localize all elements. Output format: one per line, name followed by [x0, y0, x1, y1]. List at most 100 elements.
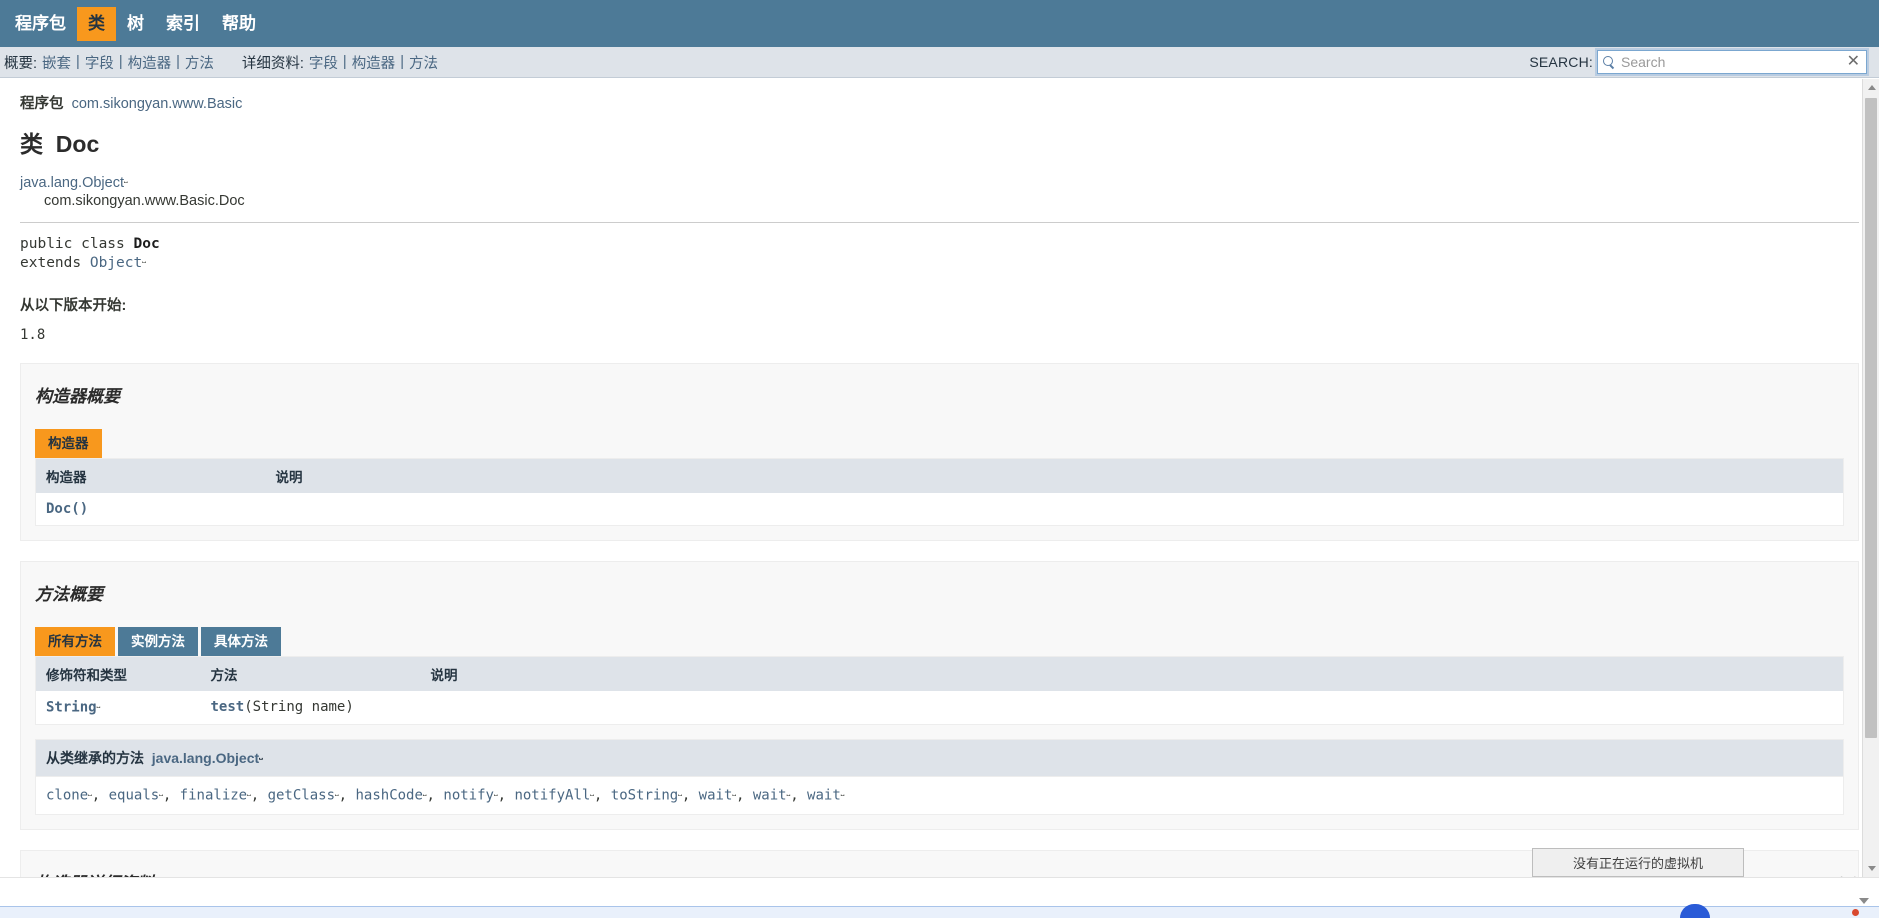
method-link[interactable]: test	[211, 699, 245, 715]
search-icon	[1603, 55, 1616, 69]
column-header-method: 方法	[200, 656, 421, 692]
constructor-summary-tabs: 构造器	[35, 429, 1844, 459]
clear-search-icon[interactable]: ✕	[1847, 54, 1862, 70]
table-header-row: 修饰符和类型 方法 说明	[35, 656, 1844, 692]
external-link-icon: ⎵	[493, 787, 498, 798]
vertical-scrollbar[interactable]	[1862, 79, 1879, 877]
nav-item-class[interactable]: 类	[77, 6, 116, 41]
inherited-method-wait-2[interactable]: wait	[753, 788, 787, 804]
search-area: SEARCH: Search ✕	[1529, 50, 1867, 74]
signature-class-name: Doc	[133, 236, 160, 253]
method-summary-tabs: 所有方法 实例方法 具体方法	[35, 627, 1844, 657]
external-link-icon: ⎵	[96, 699, 101, 710]
separator: |	[400, 54, 404, 70]
main-content: 程序包 com.sikongyan.www.Basic 类 Doc java.l…	[0, 78, 1879, 918]
search-label: SEARCH:	[1529, 54, 1593, 70]
inherited-methods-list: clone⎵, equals⎵, finalize⎵, getClass⎵, h…	[35, 776, 1844, 815]
method-summary-table: 修饰符和类型 方法 说明 String⎵ test(String name)	[35, 656, 1844, 726]
summary-label: 概要:	[4, 55, 38, 72]
inherited-method-finalize[interactable]: finalize	[180, 788, 247, 804]
summary-link-field[interactable]: 字段	[85, 52, 114, 73]
detail-link-field[interactable]: 字段	[309, 52, 338, 73]
tab-instance-methods[interactable]: 实例方法	[118, 627, 198, 657]
external-link-icon: ⎵	[123, 173, 128, 183]
signature-superclass-link[interactable]: Object	[90, 255, 142, 271]
taskbar-red-indicator	[1852, 909, 1859, 916]
superclass-link[interactable]: java.lang.Object	[20, 175, 124, 191]
search-input-wrapper[interactable]: Search ✕	[1597, 50, 1867, 74]
detail-links-group: 详细资料: 字段 | 构造器 | 方法	[242, 52, 438, 73]
inherited-class-link[interactable]: java.lang.Object	[152, 750, 259, 766]
constructor-link[interactable]: Doc()	[46, 501, 88, 517]
nav-item-tree[interactable]: 树	[116, 7, 155, 41]
external-link-icon: ⎵	[678, 787, 682, 798]
detail-label: 详细资料:	[241, 55, 304, 72]
tab-all-methods[interactable]: 所有方法	[35, 627, 115, 657]
signature-extends-keyword: extends	[20, 255, 90, 272]
signature-modifiers: public class	[20, 236, 134, 253]
separator: |	[176, 54, 180, 70]
separator: |	[118, 54, 123, 70]
inheritance-level-0: java.lang.Object⎵	[20, 173, 1859, 193]
top-navigation-bar: 程序包 类 树 索引 帮助	[0, 0, 1879, 47]
table-row: Doc()	[36, 493, 1844, 526]
external-link-icon: ⎵	[840, 787, 845, 798]
inherited-methods-header: 从类继承的方法 java.lang.Object⎵	[35, 739, 1844, 777]
nav-item-packages[interactable]: 程序包	[4, 7, 77, 41]
tab-concrete-methods[interactable]: 具体方法	[201, 627, 281, 657]
description-cell	[266, 493, 1844, 526]
chevron-down-icon[interactable]	[1859, 898, 1869, 904]
inherited-method-clone[interactable]: clone	[46, 788, 88, 804]
package-label: 程序包	[20, 96, 64, 112]
column-header-constructor: 构造器	[35, 458, 266, 494]
scroll-up-arrow-icon[interactable]	[1863, 79, 1879, 96]
package-link[interactable]: com.sikongyan.www.Basic	[72, 96, 243, 112]
inheritance-level-1: com.sikongyan.www.Basic.Doc	[44, 192, 245, 209]
detail-link-method[interactable]: 方法	[409, 52, 438, 73]
external-link-icon: ⎵	[159, 787, 163, 798]
signature-line-2: extends Object⎵	[20, 254, 1859, 273]
inherited-method-tostring[interactable]: toString	[611, 788, 678, 804]
return-type-link[interactable]: String	[46, 700, 97, 716]
summary-link-nested[interactable]: 嵌套	[42, 52, 71, 73]
page-title: 类 Doc	[20, 125, 1859, 159]
table-row: String⎵ test(String name)	[36, 691, 1844, 724]
inherited-method-wait-3[interactable]: wait	[807, 788, 841, 804]
scrollbar-thumb[interactable]	[1865, 98, 1877, 738]
search-input[interactable]: Search	[1621, 54, 1847, 70]
separator: |	[342, 54, 347, 70]
nav-item-help[interactable]: 帮助	[211, 7, 267, 41]
summary-link-method[interactable]: 方法	[185, 52, 214, 73]
inherited-method-notify[interactable]: notify	[443, 788, 494, 804]
external-link-icon: ⎵	[259, 749, 263, 760]
external-link-icon: ⎵	[335, 787, 339, 798]
inherited-method-hashcode[interactable]: hashCode	[355, 788, 422, 804]
since-value: 1.8	[20, 327, 46, 344]
method-cell: test(String name)	[201, 691, 421, 724]
constructor-summary-block: 构造器概要 构造器 构造器 说明 Doc()	[20, 363, 1859, 542]
external-link-icon: ⎵	[732, 787, 736, 798]
external-link-icon: ⎵	[88, 787, 92, 798]
inherited-method-wait-1[interactable]: wait	[699, 788, 733, 804]
external-link-icon: ⎵	[142, 254, 146, 265]
inherited-method-getclass[interactable]: getClass	[268, 788, 335, 804]
class-kind-label: 类	[20, 131, 43, 157]
constructor-cell: Doc()	[36, 493, 266, 526]
external-link-icon: ⎵	[590, 787, 594, 798]
modifier-type-cell: String⎵	[36, 691, 201, 724]
separator: |	[76, 54, 80, 70]
constructor-summary-table: 构造器 说明 Doc()	[35, 458, 1844, 527]
tab-constructors[interactable]: 构造器	[35, 429, 102, 459]
description-cell	[421, 691, 1844, 724]
summary-link-constructor[interactable]: 构造器	[128, 52, 172, 73]
column-header-modifier-type: 修饰符和类型	[35, 656, 201, 692]
detail-link-constructor[interactable]: 构造器	[352, 52, 396, 73]
method-summary-block: 方法概要 所有方法 实例方法 具体方法 修饰符和类型 方法 说明 String⎵…	[20, 561, 1859, 830]
table-header-row: 构造器 说明	[35, 458, 1844, 494]
taskbar-line	[0, 906, 1879, 918]
since-label: 从以下版本开始:	[20, 298, 127, 315]
inherited-method-equals[interactable]: equals	[109, 788, 160, 804]
nav-item-index[interactable]: 索引	[155, 7, 211, 41]
inherited-method-notifyall[interactable]: notifyAll	[514, 788, 590, 804]
class-declaration: public class Doc extends Object⎵ 从以下版本开始…	[0, 223, 1879, 343]
